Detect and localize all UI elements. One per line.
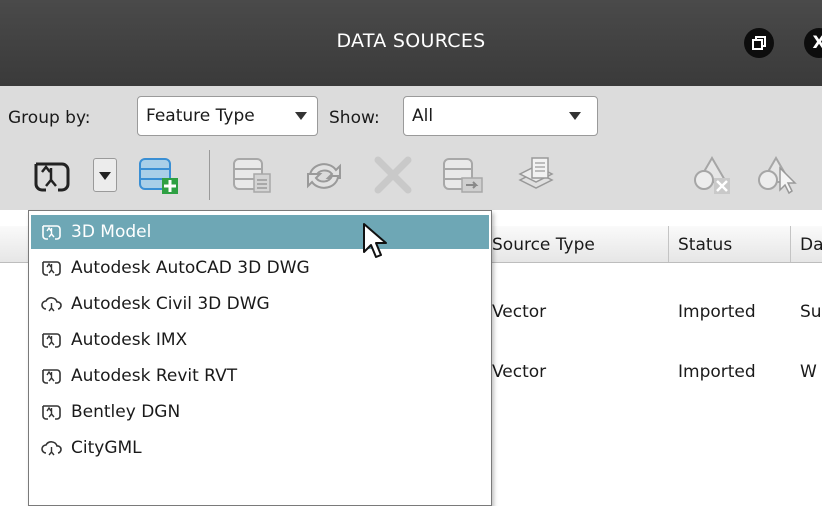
dropdown-item-label: 3D Model: [71, 222, 152, 242]
model-connector-icon: [42, 225, 61, 240]
add-database-button[interactable]: [136, 150, 186, 200]
dropdown-item-autocad-3d-dwg[interactable]: Autodesk AutoCAD 3D DWG: [31, 251, 489, 285]
dropdown-item-label: CityGML: [71, 438, 142, 458]
column-header-source-type[interactable]: Source Type: [492, 235, 595, 255]
mouse-cursor-icon: [363, 223, 387, 258]
export-database-icon: [443, 158, 483, 193]
refresh-button[interactable]: [298, 150, 350, 200]
connect-data-dropdown[interactable]: [93, 150, 117, 200]
dropdown-item-label: Autodesk Revit RVT: [71, 366, 238, 386]
model-connector-icon: [42, 369, 61, 384]
cloud-connector-icon: [41, 441, 62, 456]
connector-type-dropdown[interactable]: 3D Model Autodesk AutoCAD 3D DWG Autodes…: [28, 210, 492, 506]
model-connector-icon: [42, 333, 61, 348]
column-header-status[interactable]: Status: [678, 235, 732, 255]
group-by-select[interactable]: Feature Type: [137, 96, 318, 136]
show-value: All: [412, 106, 434, 126]
select-shape-icon: [758, 156, 797, 195]
toolbar-separator: [209, 150, 210, 200]
group-by-label: Group by:: [8, 108, 91, 128]
dropdown-item-label: Autodesk AutoCAD 3D DWG: [71, 258, 310, 278]
cell-extra: W: [800, 362, 817, 382]
dropdown-item-citygml[interactable]: CityGML: [31, 431, 489, 465]
dropdown-arrow-icon: [99, 172, 111, 180]
database-properties-icon: [233, 158, 271, 193]
connect-data-button[interactable]: [30, 150, 94, 200]
dropdown-item-revit-rvt[interactable]: Autodesk Revit RVT: [31, 359, 489, 393]
model-connector-icon: [42, 261, 61, 276]
restore-icon: [752, 36, 766, 50]
cell-source-type: Vector: [492, 362, 547, 382]
close-window-button[interactable]: X: [804, 28, 822, 58]
cell-status: Imported: [678, 362, 756, 382]
connect-data-icon: [34, 162, 70, 192]
cell-status: Imported: [678, 302, 756, 322]
layer-style-icon: [518, 157, 554, 189]
remove-button[interactable]: [368, 150, 418, 200]
database-properties-button[interactable]: [228, 150, 278, 200]
dropdown-item-imx[interactable]: Autodesk IMX: [31, 323, 489, 357]
dropdown-item-bentley-dgn[interactable]: Bentley DGN: [31, 395, 489, 429]
group-by-value: Feature Type: [146, 106, 255, 126]
refresh-icon: [307, 163, 341, 189]
show-label: Show:: [329, 108, 380, 128]
dropdown-item-label: Autodesk IMX: [71, 330, 188, 350]
delete-shape-button[interactable]: [688, 150, 738, 200]
cell-extra: Su: [800, 302, 822, 322]
dropdown-item-civil-3d-dwg[interactable]: Autodesk Civil 3D DWG: [31, 287, 489, 321]
cloud-connector-icon: [41, 297, 62, 312]
close-icon: X: [812, 33, 822, 53]
select-shape-button[interactable]: [752, 150, 822, 200]
chevron-down-icon: [295, 112, 307, 120]
cell-source-type: Vector: [492, 302, 547, 322]
chevron-down-icon: [569, 112, 581, 120]
dropdown-item-label: Autodesk Civil 3D DWG: [71, 294, 270, 314]
show-select[interactable]: All: [403, 96, 598, 136]
add-database-icon: [139, 158, 178, 194]
delete-shape-icon: [694, 156, 730, 194]
column-header-extra[interactable]: Da: [800, 235, 822, 255]
remove-icon: [374, 156, 412, 194]
title-bar: DATA SOURCES X: [0, 0, 822, 86]
model-connector-icon: [42, 405, 61, 420]
window-title: DATA SOURCES: [336, 30, 486, 52]
restore-window-button[interactable]: [744, 28, 774, 58]
export-database-button[interactable]: [438, 150, 488, 200]
layer-style-button[interactable]: [510, 150, 560, 200]
dropdown-item-3d-model[interactable]: 3D Model: [31, 215, 489, 249]
dropdown-item-label: Bentley DGN: [71, 402, 181, 422]
